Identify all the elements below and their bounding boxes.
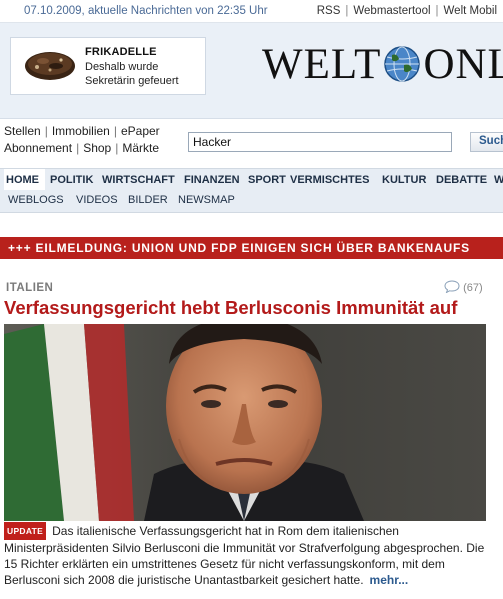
comments-count: (67) (463, 282, 483, 294)
search-button[interactable]: Such (470, 132, 503, 152)
top-links: RSS | Webmastertool | Welt Mobil (317, 5, 497, 17)
divider: | (76, 141, 80, 155)
nav-more[interactable]: W (494, 174, 503, 186)
nav-kultur[interactable]: KULTUR (382, 174, 426, 186)
update-badge: UPDATE (4, 522, 47, 540)
top-bar: 07.10.2009, aktuelle Nachrichten von 22:… (0, 0, 503, 23)
nav-newsmap[interactable]: NEWSMAP (178, 194, 235, 206)
stellen-link[interactable]: Stellen (4, 124, 41, 138)
welt-online-logo[interactable]: WELT ONL (262, 40, 503, 89)
nav-wirtschaft[interactable]: WIRTSCHAFT (102, 174, 175, 186)
maerkte-link[interactable]: Märkte (122, 141, 159, 155)
breaking-news-text: +++ EILMELDUNG: UNION UND FDP EINIGEN SI… (8, 241, 470, 255)
article-kicker: ITALIEN (6, 282, 54, 294)
search-input[interactable] (188, 132, 452, 152)
nav-finanzen[interactable]: FINANZEN (184, 174, 240, 186)
lead-article: ITALIEN (67) Verfassungsgericht hebt Ber… (0, 272, 503, 599)
nav-politik[interactable]: POLITIK (50, 174, 93, 186)
frikadelle-teaser[interactable]: FRIKADELLE Deshalb wurde Sekretärin gefe… (10, 37, 206, 95)
main-nav: HOME POLITIK WIRTSCHAFT FINANZEN SPORT V… (0, 168, 503, 191)
more-link[interactable]: mehr... (370, 573, 409, 587)
article-headline[interactable]: Verfassungsgericht hebt Berlusconis Immu… (4, 297, 457, 319)
teaser-title: FRIKADELLE (85, 46, 157, 58)
article-lead-text: Das italienische Verfassungsgericht hat … (4, 524, 485, 587)
speech-bubble-icon (444, 280, 460, 294)
webmastertool-link[interactable]: Webmastertool (353, 5, 430, 17)
article-photo[interactable] (4, 324, 486, 521)
immobilien-link[interactable]: Immobilien (52, 124, 110, 138)
nav-sport[interactable]: SPORT (248, 174, 286, 186)
frikadelle-thumbnail (25, 52, 75, 80)
comments-link[interactable]: (67) (444, 280, 483, 294)
article-lead: UPDATE Das italienische Verfassungsgerich… (4, 522, 496, 588)
breaking-news-bar[interactable]: +++ EILMELDUNG: UNION UND FDP EINIGEN SI… (0, 237, 503, 259)
divider: | (115, 141, 119, 155)
epaper-link[interactable]: ePaper (121, 124, 160, 138)
logo-text-online: ONL (423, 41, 503, 88)
nav-bilder[interactable]: BILDER (128, 194, 168, 206)
nav-home[interactable]: HOME (6, 174, 39, 186)
teaser-text: Deshalb wurde Sekretärin gefeuert (85, 61, 179, 87)
welt-mobil-link[interactable]: Welt Mobil (444, 5, 497, 17)
logo-text-welt: WELT (262, 41, 382, 88)
divider: | (435, 5, 439, 17)
nav-videos[interactable]: VIDEOS (76, 194, 118, 206)
shop-link[interactable]: Shop (83, 141, 111, 155)
divider: | (44, 124, 48, 138)
globe-icon (384, 46, 421, 82)
abonnement-link[interactable]: Abonnement (4, 141, 72, 155)
nav-debatte[interactable]: DEBATTE (436, 174, 487, 186)
nav-weblogs[interactable]: WEBLOGS (8, 194, 64, 206)
header: FRIKADELLE Deshalb wurde Sekretärin gefe… (0, 23, 503, 119)
quick-links: Stellen | Immobilien | ePaper Abonnement | Sho… (4, 123, 160, 157)
divider: | (113, 124, 117, 138)
sub-nav: WEBLOGS VIDEOS BILDER NEWSMAP (0, 190, 503, 213)
date-line: 07.10.2009, aktuelle Nachrichten von 22:… (24, 5, 268, 17)
nav-vermischtes[interactable]: VERMISCHTES (290, 174, 369, 186)
rss-link[interactable]: RSS (317, 5, 341, 17)
divider: | (345, 5, 349, 17)
